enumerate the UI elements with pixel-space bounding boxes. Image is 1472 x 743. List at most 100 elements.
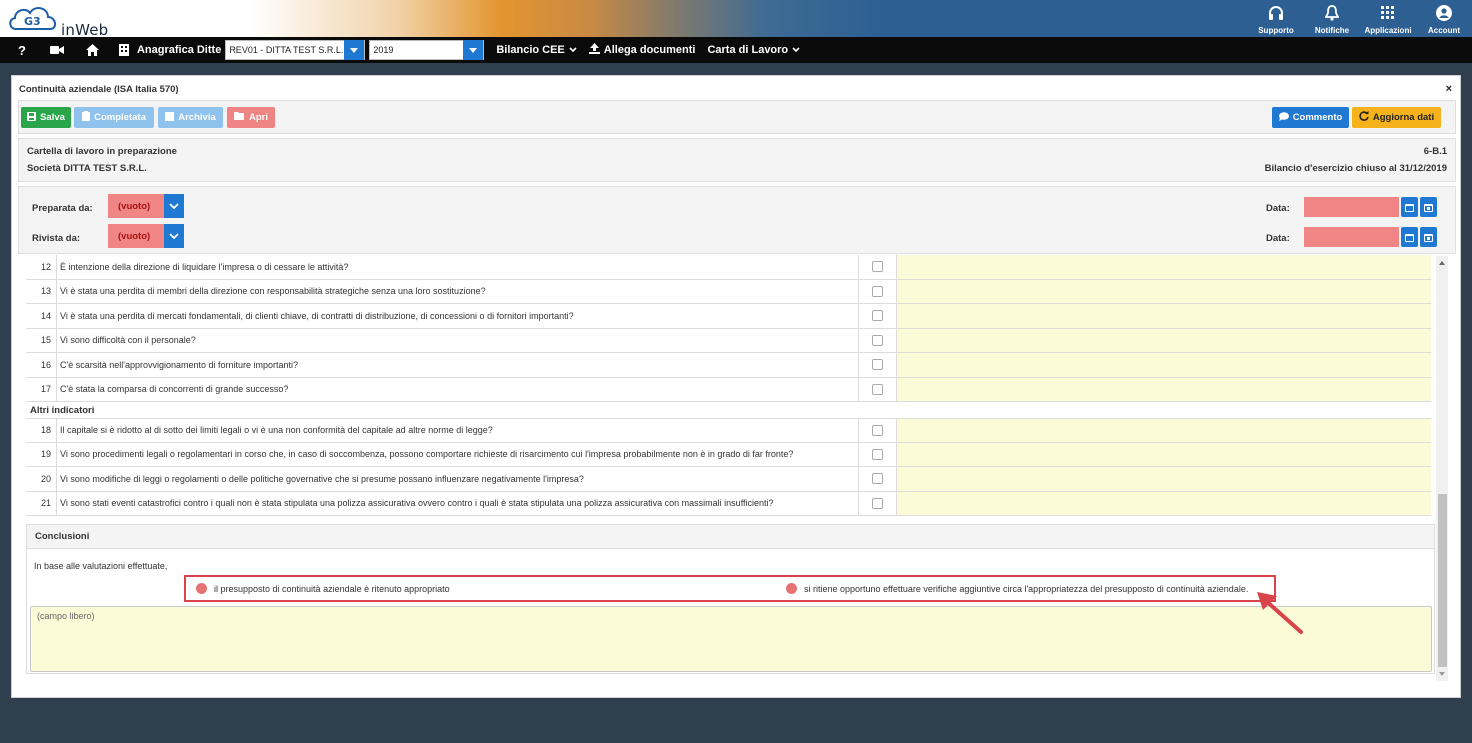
row-number: 21 — [40, 498, 51, 509]
prepared-date-input[interactable] — [1304, 197, 1399, 217]
support-button[interactable]: Supporto — [1248, 0, 1304, 37]
close-icon[interactable]: × — [1446, 83, 1452, 95]
reviewed-date-input[interactable] — [1304, 227, 1399, 247]
chevron-down-icon[interactable] — [164, 194, 184, 218]
chevron-down-icon — [792, 44, 800, 56]
radio-further-checks[interactable]: si ritiene opportuno effettuare verifich… — [786, 583, 1248, 594]
questions-table: 12 È intenzione della direzione di liqui… — [26, 255, 1431, 517]
worksheet-panel: Continuità aziendale (ISA Italia 570) × … — [11, 75, 1461, 698]
folder-open-icon — [234, 112, 245, 123]
row-number: 18 — [40, 425, 51, 436]
comment-label: Commento — [1292, 112, 1343, 123]
scrollbar-thumb[interactable] — [1438, 494, 1447, 667]
anagrafica-label[interactable]: Anagrafica Ditte — [137, 44, 221, 56]
conclusions-intro: In base alle valutazioni effettuate, — [34, 561, 168, 571]
prepared-date-label: Data: — [1266, 203, 1290, 214]
archive-icon — [165, 111, 175, 124]
reviewed-by-select[interactable]: (vuoto) — [108, 224, 184, 248]
question-checkbox[interactable] — [858, 419, 896, 442]
question-checkbox[interactable] — [858, 279, 896, 303]
prepared-by-select[interactable]: (vuoto) — [108, 194, 184, 218]
question-note-field[interactable] — [896, 279, 1431, 303]
question-note-field[interactable] — [896, 419, 1431, 442]
apps-button[interactable]: Applicazioni — [1360, 0, 1416, 37]
radio-appropriate[interactable]: il presupposto di continuità aziendale è… — [196, 583, 450, 594]
refresh-icon — [1359, 111, 1369, 124]
question-note-field[interactable] — [896, 377, 1431, 401]
table-row: 16 C'è scarsità nell'approvvigionamento … — [26, 353, 1431, 378]
question-note-field[interactable] — [896, 467, 1431, 491]
comment-button[interactable]: Commento — [1272, 107, 1349, 128]
action-toolbar: Salva Completata Archivia Apri Commento … — [18, 100, 1456, 134]
free-text-field[interactable]: (campo libero) — [30, 606, 1432, 672]
question-note-field[interactable] — [896, 304, 1431, 328]
company-select[interactable]: REV01 - DITTA TEST S.R.L. — [225, 40, 366, 60]
highlight-box: il presupposto di continuità aziendale è… — [184, 575, 1276, 602]
question-checkbox[interactable] — [858, 304, 896, 328]
calendar-icon[interactable] — [1401, 197, 1418, 217]
carta-menu[interactable]: Carta di Lavoro — [707, 44, 800, 56]
notifications-button[interactable]: Notifiche — [1304, 0, 1360, 37]
app-logo[interactable]: G3 inWeb — [6, 3, 116, 39]
account-label: Account — [1428, 26, 1460, 35]
question-checkbox[interactable] — [858, 442, 896, 466]
allega-button[interactable]: Allega documenti — [588, 43, 695, 57]
question-text: Vi è stata una perdita di membri della d… — [56, 279, 858, 303]
free-text-placeholder: (campo libero) — [37, 611, 95, 621]
app-header: G3 inWeb Supporto Notifiche Applicazioni — [0, 0, 1472, 39]
home-icon[interactable] — [85, 44, 99, 56]
panel-title: Continuità aziendale (ISA Italia 570) — [19, 84, 179, 95]
chevron-down-icon[interactable] — [164, 224, 184, 248]
question-note-field[interactable] — [896, 255, 1431, 279]
worksheet-status: Cartella di lavoro in preparazione — [27, 146, 177, 157]
question-note-field[interactable] — [896, 353, 1431, 377]
apri-button[interactable]: Apri — [227, 107, 275, 128]
question-checkbox[interactable] — [858, 353, 896, 377]
calendar-today-icon[interactable] — [1420, 197, 1437, 217]
scroll-up-icon[interactable] — [1439, 261, 1445, 265]
grid-icon — [1360, 4, 1416, 22]
table-row: 21 Vi sono stati eventi catastrofici con… — [26, 491, 1431, 516]
help-icon[interactable]: ? — [18, 43, 26, 58]
section-heading: Altri indicatori — [30, 405, 95, 416]
archivia-button[interactable]: Archivia — [158, 107, 223, 128]
question-checkbox[interactable] — [858, 467, 896, 491]
signoff-section: Preparata da: (vuoto) Rivista da: (vuoto… — [18, 186, 1456, 254]
completata-button[interactable]: Completata — [74, 107, 154, 128]
scroll-down-icon[interactable] — [1439, 672, 1445, 676]
logo-mark: G3 — [24, 15, 41, 28]
question-text: Vi sono difficoltà con il personale? — [56, 328, 858, 352]
chevron-down-icon[interactable] — [463, 40, 484, 60]
question-note-field[interactable] — [896, 328, 1431, 352]
row-number: 12 — [40, 261, 51, 272]
conclusions-section: Conclusioni In base alle valutazioni eff… — [26, 524, 1435, 674]
question-note-field[interactable] — [896, 442, 1431, 466]
chevron-down-icon[interactable] — [344, 40, 365, 60]
question-checkbox[interactable] — [858, 255, 896, 279]
bilancio-menu[interactable]: Bilancio CEE — [496, 44, 577, 56]
question-checkbox[interactable] — [858, 377, 896, 401]
account-button[interactable]: Account — [1416, 0, 1472, 37]
question-text: Vi è stata una perdita di mercati fondam… — [56, 304, 858, 328]
company-name: Società DITTA TEST S.R.L. — [27, 163, 147, 174]
prepared-by-label: Preparata da: — [32, 203, 93, 214]
refresh-data-button[interactable]: Aggiorna dati — [1352, 107, 1441, 128]
calendar-icon[interactable] — [1401, 227, 1418, 247]
question-checkbox[interactable] — [858, 491, 896, 515]
radio-dot[interactable] — [196, 583, 207, 594]
table-row: 14 Vi è stata una perdita di mercati fon… — [26, 304, 1431, 329]
radio-dot[interactable] — [786, 583, 797, 594]
clipboard-icon — [82, 111, 91, 124]
table-row: 13 Vi è stata una perdita di membri dell… — [26, 279, 1431, 304]
save-label: Salva — [40, 112, 65, 123]
question-text: Vi sono procedimenti legali o regolament… — [56, 442, 858, 466]
calendar-today-icon[interactable] — [1420, 227, 1437, 247]
question-note-field[interactable] — [896, 491, 1431, 515]
question-checkbox[interactable] — [858, 328, 896, 352]
save-button[interactable]: Salva — [21, 107, 71, 128]
bilancio-label: Bilancio CEE — [496, 44, 565, 56]
reviewed-by-label: Rivista da: — [32, 233, 81, 244]
year-select[interactable]: 2019 — [369, 40, 485, 60]
chevron-down-icon — [569, 44, 577, 56]
video-icon[interactable] — [49, 45, 64, 55]
